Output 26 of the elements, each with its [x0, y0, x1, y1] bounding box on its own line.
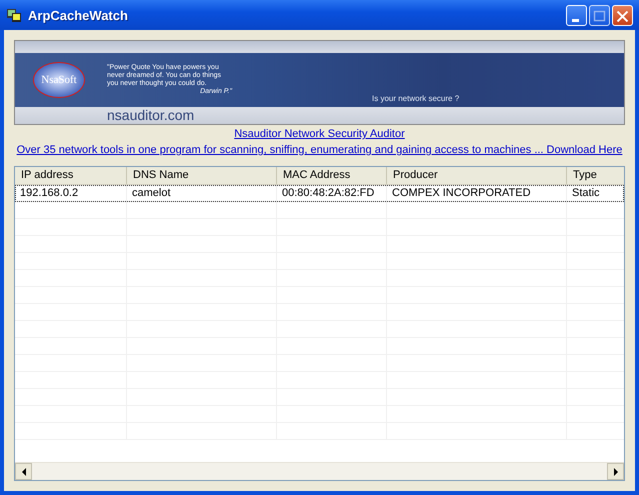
table-cell: Static [567, 185, 624, 201]
table-cell: 192.168.0.2 [15, 185, 127, 201]
window-title: ArpCacheWatch [28, 8, 129, 22]
minimize-button[interactable] [566, 4, 587, 26]
table-row[interactable]: 192.168.0.2 camelot 00:80:48:2A:82:FD COMPEX INCORPORATED Static [15, 185, 624, 202]
network-cards-icon [6, 7, 22, 23]
banner-site: nsauditor.com [107, 107, 194, 123]
column-header[interactable]: MAC Address [277, 167, 387, 184]
close-button[interactable] [612, 4, 633, 26]
horizontal-scrollbar[interactable] [15, 462, 624, 480]
scroll-right-button[interactable] [607, 463, 624, 480]
minimize-icon [572, 18, 579, 22]
scroll-left-button[interactable] [15, 463, 32, 480]
right-arrow-icon [612, 468, 618, 476]
column-header[interactable]: Type [567, 167, 624, 184]
left-arrow-icon [20, 468, 26, 476]
column-header[interactable]: IP address [15, 167, 127, 184]
column-header[interactable]: Producer [387, 167, 567, 184]
table-cell: camelot [127, 185, 277, 201]
table-cell: 00:80:48:2A:82:FD [277, 185, 387, 201]
column-header[interactable]: DNS Name [127, 167, 277, 184]
maximize-button[interactable] [589, 4, 610, 26]
link[interactable]: Nsauditor Network Security Auditor [234, 128, 405, 140]
link[interactable]: Over 35 network tools in one program for scanning, sniffing, enumerating and gaining access to machines ... Download Here [16, 144, 622, 156]
banner-tagline: Is your network secure ? [372, 94, 460, 103]
table-cell: COMPEX INCORPORATED [387, 185, 567, 201]
